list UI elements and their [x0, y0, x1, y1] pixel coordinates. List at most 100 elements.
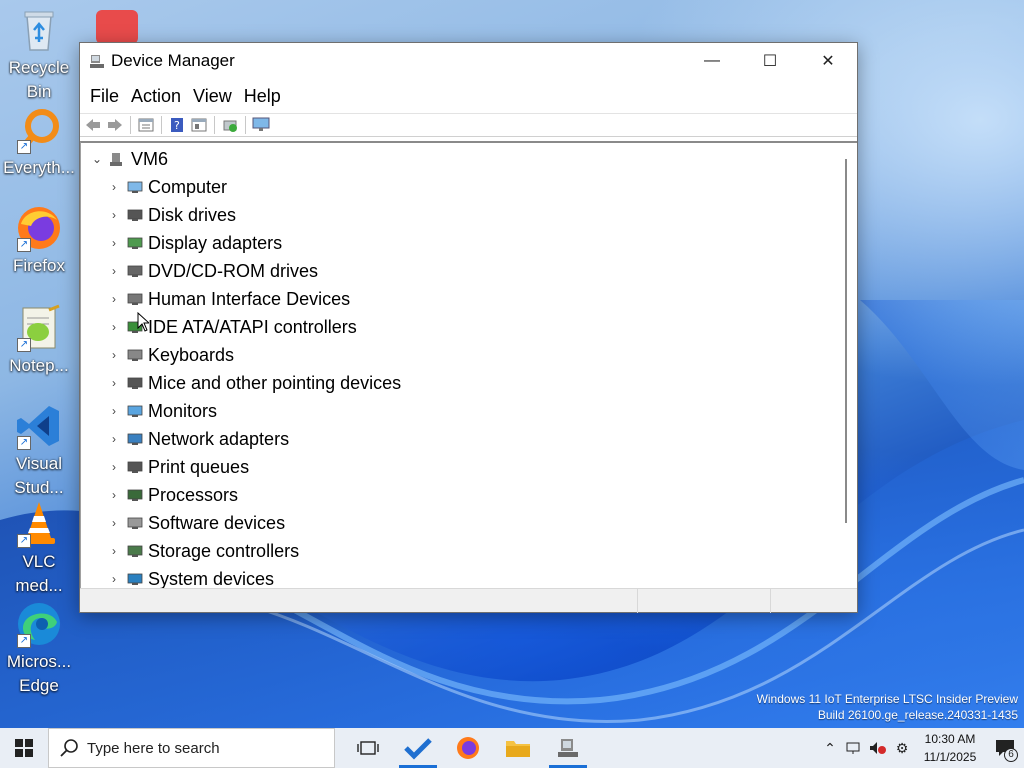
volume-muted-icon[interactable] [866, 728, 890, 768]
tree-node[interactable]: › Storage controllers [106, 537, 299, 565]
vertical-scrollbar[interactable] [845, 159, 847, 523]
tree-root-vm6[interactable]: ⌄ VM6 [89, 145, 168, 173]
taskbar-device-manager-app[interactable] [543, 728, 593, 768]
chevron-right-icon[interactable]: › [106, 460, 122, 474]
chevron-down-icon[interactable]: ⌄ [89, 152, 105, 166]
hidden-game-app-icon[interactable] [96, 10, 138, 44]
chevron-right-icon[interactable]: › [106, 488, 122, 502]
tree-node-label: Mice and other pointing devices [148, 372, 402, 393]
chevron-right-icon[interactable]: › [106, 348, 122, 362]
desktop-icon-everything[interactable]: ↗ Everyth... [0, 106, 78, 180]
network-adapter-icon [126, 431, 144, 447]
status-cell [80, 589, 638, 613]
desktop-icon-label: Recycle Bin [8, 58, 70, 101]
notification-center-button[interactable]: 6 [986, 728, 1024, 768]
tree-node[interactable]: › Monitors [106, 397, 217, 425]
tree-node-label: Software devices [148, 512, 286, 533]
desktop-icon-visual-studio[interactable]: ↗ Visual Stud... [0, 402, 78, 500]
tree-node[interactable]: › Keyboards [106, 341, 234, 369]
help-icon[interactable]: ? [166, 115, 188, 135]
taskbar-file-explorer-app[interactable] [493, 728, 543, 768]
chevron-up-icon[interactable]: ⌃ [818, 728, 842, 768]
tree-node[interactable]: › Display adapters [106, 229, 282, 257]
back-icon[interactable] [82, 115, 104, 135]
task-view-button[interactable] [343, 728, 393, 768]
system-tray: ⌃ ⚙ 10:30 AM 11/1/2025 6 [818, 728, 1024, 768]
tree-node[interactable]: › Network adapters [106, 425, 289, 453]
watermark-build: Build 26100.ge_release.240331-1435 [817, 708, 1018, 722]
menu-view[interactable]: View [187, 86, 238, 107]
chevron-right-icon[interactable]: › [106, 432, 122, 446]
dvd-drive-icon [126, 263, 144, 279]
tree-node-label: Keyboards [148, 344, 235, 365]
menu-file[interactable]: File [84, 86, 125, 107]
desktop-icon-label: Notep... [9, 356, 69, 375]
tree-node[interactable]: › Disk drives [106, 201, 236, 229]
network-icon[interactable] [842, 728, 866, 768]
gear-icon[interactable]: ⚙ [890, 728, 914, 768]
software-device-icon [126, 515, 144, 531]
folder-icon [506, 741, 530, 757]
tree-node[interactable]: › DVD/CD-ROM drives [106, 257, 318, 285]
todo-checkmark-icon [404, 738, 432, 760]
taskbar-search-box[interactable]: Type here to search [48, 728, 335, 768]
desktop-icon-label: Firefox [13, 256, 65, 275]
taskbar-firefox-app[interactable] [443, 728, 493, 768]
desktop-icon-vlc[interactable]: ↗ VLC med... [0, 500, 78, 598]
firefox-icon: ↗ [15, 204, 63, 252]
properties-icon[interactable] [135, 115, 157, 135]
title-bar[interactable]: Device Manager — ☐ ✕ [80, 43, 857, 79]
chevron-right-icon[interactable]: › [106, 572, 122, 586]
maximize-button[interactable]: ☐ [741, 43, 799, 79]
desktop-icon-edge[interactable]: ↗ Micros... Edge [0, 600, 78, 698]
device-manager-app-icon [89, 53, 105, 69]
tree-node[interactable]: › Print queues [106, 453, 249, 481]
monitor-icon[interactable] [250, 115, 272, 135]
chevron-right-icon[interactable]: › [106, 292, 122, 306]
scan-hardware-icon[interactable] [219, 115, 241, 135]
desktop-icon-notepad-plus[interactable]: ↗ Notep... [0, 304, 78, 378]
printer-icon [126, 459, 144, 475]
chevron-right-icon[interactable]: › [106, 236, 122, 250]
edge-icon: ↗ [15, 600, 63, 648]
search-icon [60, 739, 78, 757]
minimize-button[interactable]: — [683, 43, 741, 79]
mouse-cursor-icon [137, 312, 149, 332]
tree-node[interactable]: › Processors [106, 481, 238, 509]
storage-controller-icon [126, 543, 144, 559]
chevron-right-icon[interactable]: › [106, 516, 122, 530]
chevron-right-icon[interactable]: › [106, 264, 122, 278]
close-button[interactable]: ✕ [799, 43, 857, 79]
forward-icon[interactable] [104, 115, 126, 135]
clock[interactable]: 10:30 AM 11/1/2025 [914, 730, 986, 766]
tree-node[interactable]: › Computer [106, 173, 227, 201]
taskbar-todo-app[interactable] [393, 728, 443, 768]
desktop-icon-label: Visual Stud... [14, 454, 64, 497]
search-placeholder: Type here to search [87, 739, 220, 757]
taskbar: Type here to search ⌃ ⚙ 10:30 AM 11/1/20… [0, 728, 1024, 768]
chevron-right-icon[interactable]: › [106, 320, 122, 334]
menu-action[interactable]: Action [125, 86, 187, 107]
recycle-bin-icon [15, 6, 63, 54]
desktop-icon-recycle-bin[interactable]: Recycle Bin [0, 6, 78, 104]
tree-node[interactable]: › Mice and other pointing devices [106, 369, 401, 397]
chevron-right-icon[interactable]: › [106, 180, 122, 194]
tree-node[interactable]: › Software devices [106, 509, 285, 537]
watermark-edition: Windows 11 IoT Enterprise LTSC Insider P… [756, 692, 1018, 706]
chevron-right-icon[interactable]: › [106, 404, 122, 418]
start-button[interactable] [0, 728, 48, 768]
tree-node[interactable]: › Human Interface Devices [106, 285, 350, 313]
chevron-right-icon[interactable]: › [106, 544, 122, 558]
monitor-icon [126, 403, 144, 419]
hid-icon [126, 291, 144, 307]
desktop-icon-firefox[interactable]: ↗ Firefox [0, 204, 78, 278]
svg-text:?: ? [174, 119, 180, 132]
keyboard-icon [126, 347, 144, 363]
tree-node[interactable]: › System devices [106, 565, 274, 589]
chevron-right-icon[interactable]: › [106, 376, 122, 390]
update-driver-icon[interactable] [188, 115, 210, 135]
toolbar-separator [245, 116, 246, 134]
menu-help[interactable]: Help [238, 86, 287, 107]
tree-node-label: Print queues [148, 456, 250, 477]
chevron-right-icon[interactable]: › [106, 208, 122, 222]
